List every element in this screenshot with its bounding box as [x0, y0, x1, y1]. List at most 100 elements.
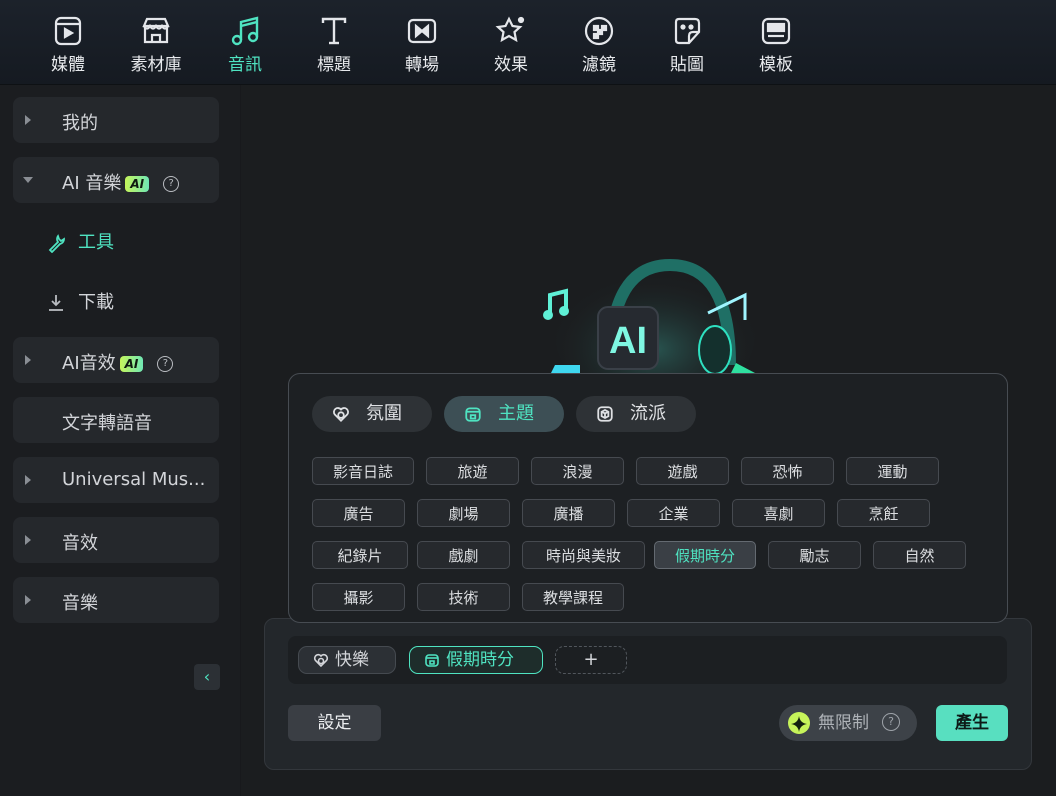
template-icon [761, 17, 791, 45]
media-icon [54, 16, 82, 46]
stock-library-icon [142, 17, 170, 44]
sidebar-item-label: Universal Mus... [62, 469, 206, 490]
top-toolbar: 媒體 素材庫 音訊 標題 轉場 效果 濾鏡 貼圖 模板 [0, 0, 1056, 85]
theme-icon [425, 654, 439, 667]
tag-drama[interactable]: 戲劇 [417, 541, 510, 569]
chip-holiday[interactable]: 假期時分 [409, 646, 543, 674]
ai-music-label: AI 音樂 [62, 173, 122, 194]
tool-title[interactable]: 標題 [294, 14, 374, 78]
help-icon[interactable]: ? [163, 176, 180, 192]
tab-mood[interactable]: 氛圍 [312, 396, 432, 432]
tool-label: 效果 [494, 55, 528, 75]
filter-icon [584, 16, 614, 46]
collapse-sidebar-button[interactable]: ‹ [194, 664, 220, 690]
title-text-icon [321, 17, 347, 45]
sidebar-item-label: 音效 [62, 533, 98, 554]
tag-horror[interactable]: 恐怖 [741, 457, 834, 485]
tag-sports[interactable]: 運動 [846, 457, 939, 485]
sidebar-item-tts[interactable]: 文字轉語音 [13, 397, 219, 443]
tab-label: 流派 [630, 403, 666, 424]
sidebar-item-ai-sfx[interactable]: AI音效 AI? [13, 337, 219, 383]
sticker-icon [674, 17, 701, 45]
sidebar-item-sound-effects[interactable]: 音效 [13, 517, 219, 563]
tool-media[interactable]: 媒體 [28, 14, 108, 78]
genre-cube-icon [597, 406, 613, 422]
tag-gaming[interactable]: 遊戲 [636, 457, 729, 485]
mood-heart-icon [333, 407, 349, 423]
tag-travel[interactable]: 旅遊 [426, 457, 519, 485]
tool-filter[interactable]: 濾鏡 [559, 14, 639, 78]
hero-ai-text: AI [609, 320, 647, 362]
tag-vlog[interactable]: 影音日誌 [312, 457, 414, 485]
tag-tutorial[interactable]: 教學課程 [522, 583, 624, 611]
tag-inspirational[interactable]: 勵志 [768, 541, 861, 569]
chevron-right-icon [25, 535, 31, 545]
tag-advertising[interactable]: 廣告 [312, 499, 405, 527]
effects-star-icon [495, 16, 525, 43]
generate-button[interactable]: 產生 [936, 705, 1008, 741]
download-icon [49, 295, 63, 311]
add-tag-button[interactable]: + [555, 646, 627, 674]
help-icon[interactable]: ? [882, 713, 900, 731]
chip-happy[interactable]: 快樂 [298, 646, 396, 674]
tag-broadcast[interactable]: 廣播 [522, 499, 615, 527]
sidebar-item-universal[interactable]: Universal Mus... [13, 457, 219, 503]
tool-label: 模板 [759, 55, 793, 75]
tag-holiday[interactable]: 假期時分 [654, 541, 756, 569]
tag-corporate[interactable]: 企業 [627, 499, 720, 527]
tool-stock[interactable]: 素材庫 [116, 14, 196, 78]
tool-template[interactable]: 模板 [736, 14, 816, 78]
tab-label: 主題 [498, 403, 534, 424]
tool-label: 濾鏡 [582, 55, 616, 75]
credits-button[interactable]: 無限制 ? [779, 705, 917, 741]
chevron-down-icon [23, 177, 33, 183]
sidebar-item-label: 文字轉語音 [62, 413, 152, 434]
sidebar-item-music[interactable]: 音樂 [13, 577, 219, 623]
tag-romance[interactable]: 浪漫 [531, 457, 624, 485]
sidebar-item-label: AI 音樂 AI? [62, 169, 180, 195]
tag-documentary[interactable]: 紀錄片 [312, 541, 408, 569]
sidebar-item-label: 下載 [78, 292, 114, 313]
tool-transition[interactable]: 轉場 [382, 14, 462, 78]
tool-audio[interactable]: 音訊 [205, 14, 285, 78]
tag-nature[interactable]: 自然 [873, 541, 966, 569]
ai-badge: AI [125, 176, 150, 192]
tool-effects[interactable]: 效果 [471, 14, 551, 78]
tag-comedy[interactable]: 喜劇 [732, 499, 825, 527]
tab-label: 氛圍 [366, 403, 402, 424]
tag-technology[interactable]: 技術 [417, 583, 510, 611]
tool-label: 貼圖 [670, 55, 704, 75]
chip-label: 快樂 [335, 650, 369, 670]
tool-label: 標題 [317, 55, 351, 75]
sidebar-item-ai-music[interactable]: AI 音樂 AI? [13, 157, 219, 203]
chip-label: 假期時分 [446, 650, 514, 670]
chevron-right-icon [25, 475, 31, 485]
settings-button[interactable]: 設定 [288, 705, 381, 741]
tool-sticker[interactable]: 貼圖 [647, 14, 727, 78]
spark-icon [788, 712, 810, 734]
ai-sfx-label: AI音效 [62, 353, 116, 374]
tag-cooking[interactable]: 烹飪 [837, 499, 930, 527]
sidebar-item-label: AI音效 AI? [62, 349, 174, 375]
wrench-icon [48, 234, 65, 254]
sidebar-item-my[interactable]: 我的 [13, 97, 219, 143]
tool-label: 素材庫 [130, 55, 182, 75]
sidebar-item-download[interactable]: 下載 [46, 288, 114, 318]
sidebar-item-tools[interactable]: 工具 [46, 228, 114, 258]
mood-heart-icon [313, 653, 329, 668]
tag-fashion-beauty[interactable]: 時尚與美妝 [522, 541, 645, 569]
chevron-right-icon [25, 355, 31, 365]
transition-icon [407, 18, 437, 44]
credits-label: 無限制 [818, 713, 869, 733]
tool-label: 音訊 [228, 55, 262, 75]
tag-theater[interactable]: 劇場 [417, 499, 510, 527]
chevron-right-icon [25, 595, 31, 605]
tab-genre[interactable]: 流派 [576, 396, 696, 432]
tool-label: 轉場 [405, 55, 439, 75]
sidebar-item-label: 工具 [78, 232, 114, 253]
help-icon[interactable]: ? [157, 356, 174, 372]
ai-music-illustration: AI [543, 258, 755, 375]
tab-theme[interactable]: 主題 [444, 396, 564, 432]
tag-photography[interactable]: 攝影 [312, 583, 405, 611]
sidebar-item-label: 我的 [62, 113, 98, 134]
